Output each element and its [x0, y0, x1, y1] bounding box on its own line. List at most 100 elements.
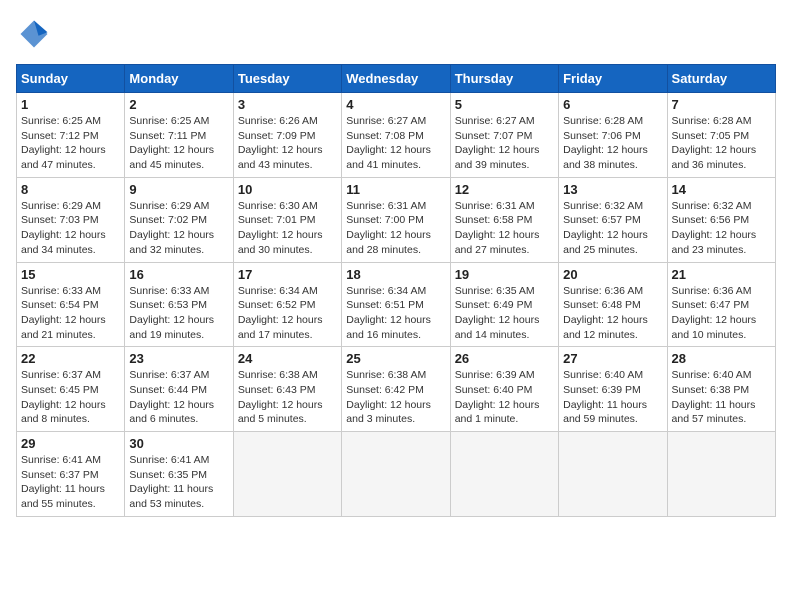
calendar-day-cell: 3 Sunrise: 6:26 AMSunset: 7:09 PMDaylight… [233, 93, 341, 178]
calendar-day-cell: 5 Sunrise: 6:27 AMSunset: 7:07 PMDaylight… [450, 93, 558, 178]
calendar-day-cell: 22Sunrise: 6:37 AMSunset: 6:45 PMDayligh… [17, 347, 125, 432]
calendar-day-cell: 8Sunrise: 6:29 AMSunset: 7:03 PMDaylight… [17, 177, 125, 262]
calendar-day-cell: 15Sunrise: 6:33 AMSunset: 6:54 PMDayligh… [17, 262, 125, 347]
calendar-day-cell: 2 Sunrise: 6:25 AMSunset: 7:11 PMDaylight… [125, 93, 233, 178]
day-number: 27 [563, 351, 662, 366]
day-info: Sunrise: 6:25 AMSunset: 7:11 PMDaylight:… [129, 114, 228, 173]
calendar-day-cell: 24Sunrise: 6:38 AMSunset: 6:43 PMDayligh… [233, 347, 341, 432]
day-number: 4 [346, 97, 445, 112]
calendar-day-cell: 25 Sunrise: 6:38 AMSunset: 6:42 PMDayligh… [342, 347, 450, 432]
logo [16, 16, 56, 52]
day-number: 23 [129, 351, 228, 366]
calendar-day-cell: 27 Sunrise: 6:40 AMSunset: 6:39 PMDayligh… [559, 347, 667, 432]
day-info: Sunrise: 6:32 AMSunset: 6:56 PMDaylight:… [672, 199, 771, 258]
day-info: Sunrise: 6:39 AMSunset: 6:40 PMDaylight:… [455, 368, 554, 427]
calendar-day-cell: 21Sunrise: 6:36 AMSunset: 6:47 PMDayligh… [667, 262, 775, 347]
day-info: Sunrise: 6:38 AMSunset: 6:42 PMDaylight:… [346, 368, 445, 427]
day-number: 16 [129, 267, 228, 282]
weekday-header: Saturday [667, 65, 775, 93]
day-number: 11 [346, 182, 445, 197]
calendar-day-cell [342, 432, 450, 517]
page-header [16, 16, 776, 52]
calendar-day-cell: 19Sunrise: 6:35 AMSunset: 6:49 PMDayligh… [450, 262, 558, 347]
day-info: Sunrise: 6:41 AMSunset: 6:37 PMDaylight:… [21, 453, 120, 512]
day-info: Sunrise: 6:29 AMSunset: 7:03 PMDaylight:… [21, 199, 120, 258]
calendar-day-cell: 29 Sunrise: 6:41 AMSunset: 6:37 PMDayligh… [17, 432, 125, 517]
day-number: 28 [672, 351, 771, 366]
day-info: Sunrise: 6:31 AMSunset: 6:58 PMDaylight:… [455, 199, 554, 258]
weekday-header: Monday [125, 65, 233, 93]
calendar-day-cell: 20 Sunrise: 6:36 AMSunset: 6:48 PMDayligh… [559, 262, 667, 347]
calendar-day-cell: 4 Sunrise: 6:27 AMSunset: 7:08 PMDaylight… [342, 93, 450, 178]
day-info: Sunrise: 6:31 AMSunset: 7:00 PMDaylight:… [346, 199, 445, 258]
day-number: 18 [346, 267, 445, 282]
calendar-day-cell: 18 Sunrise: 6:34 AMSunset: 6:51 PMDayligh… [342, 262, 450, 347]
calendar-day-cell: 23 Sunrise: 6:37 AMSunset: 6:44 PMDayligh… [125, 347, 233, 432]
day-info: Sunrise: 6:36 AMSunset: 6:48 PMDaylight:… [563, 284, 662, 343]
day-info: Sunrise: 6:29 AMSunset: 7:02 PMDaylight:… [129, 199, 228, 258]
day-info: Sunrise: 6:34 AMSunset: 6:52 PMDaylight:… [238, 284, 337, 343]
calendar-day-cell: 12Sunrise: 6:31 AMSunset: 6:58 PMDayligh… [450, 177, 558, 262]
calendar-day-cell: 7 Sunrise: 6:28 AMSunset: 7:05 PMDaylight… [667, 93, 775, 178]
day-info: Sunrise: 6:27 AMSunset: 7:07 PMDaylight:… [455, 114, 554, 173]
calendar-week-row: 29 Sunrise: 6:41 AMSunset: 6:37 PMDayligh… [17, 432, 776, 517]
day-info: Sunrise: 6:37 AMSunset: 6:44 PMDaylight:… [129, 368, 228, 427]
calendar-day-cell: 16 Sunrise: 6:33 AMSunset: 6:53 PMDayligh… [125, 262, 233, 347]
calendar-week-row: 15Sunrise: 6:33 AMSunset: 6:54 PMDayligh… [17, 262, 776, 347]
day-number: 29 [21, 436, 120, 451]
calendar-day-cell: 6 Sunrise: 6:28 AMSunset: 7:06 PMDaylight… [559, 93, 667, 178]
day-number: 30 [129, 436, 228, 451]
day-info: Sunrise: 6:25 AMSunset: 7:12 PMDaylight:… [21, 114, 120, 173]
calendar-day-cell [559, 432, 667, 517]
calendar-week-row: 1 Sunrise: 6:25 AMSunset: 7:12 PMDaylight… [17, 93, 776, 178]
calendar-day-cell: 13 Sunrise: 6:32 AMSunset: 6:57 PMDayligh… [559, 177, 667, 262]
day-info: Sunrise: 6:33 AMSunset: 6:53 PMDaylight:… [129, 284, 228, 343]
day-number: 14 [672, 182, 771, 197]
day-number: 24 [238, 351, 337, 366]
day-number: 25 [346, 351, 445, 366]
day-info: Sunrise: 6:26 AMSunset: 7:09 PMDaylight:… [238, 114, 337, 173]
day-info: Sunrise: 6:36 AMSunset: 6:47 PMDaylight:… [672, 284, 771, 343]
day-number: 3 [238, 97, 337, 112]
calendar-day-cell: 14 Sunrise: 6:32 AMSunset: 6:56 PMDayligh… [667, 177, 775, 262]
day-info: Sunrise: 6:27 AMSunset: 7:08 PMDaylight:… [346, 114, 445, 173]
day-number: 20 [563, 267, 662, 282]
calendar-day-cell [667, 432, 775, 517]
logo-icon [16, 16, 52, 52]
day-number: 22 [21, 351, 120, 366]
day-number: 1 [21, 97, 120, 112]
day-number: 9 [129, 182, 228, 197]
day-info: Sunrise: 6:28 AMSunset: 7:05 PMDaylight:… [672, 114, 771, 173]
day-number: 26 [455, 351, 554, 366]
day-info: Sunrise: 6:40 AMSunset: 6:39 PMDaylight:… [563, 368, 662, 427]
day-info: Sunrise: 6:32 AMSunset: 6:57 PMDaylight:… [563, 199, 662, 258]
day-number: 19 [455, 267, 554, 282]
day-number: 5 [455, 97, 554, 112]
weekday-header: Tuesday [233, 65, 341, 93]
calendar-table: SundayMondayTuesdayWednesdayThursdayFrid… [16, 64, 776, 517]
calendar-day-cell: 11 Sunrise: 6:31 AMSunset: 7:00 PMDayligh… [342, 177, 450, 262]
calendar-day-cell [233, 432, 341, 517]
day-number: 6 [563, 97, 662, 112]
weekday-header: Thursday [450, 65, 558, 93]
calendar-day-cell: 9 Sunrise: 6:29 AMSunset: 7:02 PMDaylight… [125, 177, 233, 262]
calendar-day-cell: 26 Sunrise: 6:39 AMSunset: 6:40 PMDayligh… [450, 347, 558, 432]
day-number: 7 [672, 97, 771, 112]
calendar-day-cell: 1 Sunrise: 6:25 AMSunset: 7:12 PMDaylight… [17, 93, 125, 178]
day-info: Sunrise: 6:40 AMSunset: 6:38 PMDaylight:… [672, 368, 771, 427]
weekday-header: Sunday [17, 65, 125, 93]
day-number: 17 [238, 267, 337, 282]
day-info: Sunrise: 6:28 AMSunset: 7:06 PMDaylight:… [563, 114, 662, 173]
day-info: Sunrise: 6:30 AMSunset: 7:01 PMDaylight:… [238, 199, 337, 258]
weekday-header-row: SundayMondayTuesdayWednesdayThursdayFrid… [17, 65, 776, 93]
calendar-day-cell: 30Sunrise: 6:41 AMSunset: 6:35 PMDayligh… [125, 432, 233, 517]
calendar-day-cell: 28 Sunrise: 6:40 AMSunset: 6:38 PMDayligh… [667, 347, 775, 432]
day-number: 13 [563, 182, 662, 197]
calendar-week-row: 22Sunrise: 6:37 AMSunset: 6:45 PMDayligh… [17, 347, 776, 432]
day-number: 10 [238, 182, 337, 197]
calendar-day-cell: 10 Sunrise: 6:30 AMSunset: 7:01 PMDayligh… [233, 177, 341, 262]
day-number: 15 [21, 267, 120, 282]
day-info: Sunrise: 6:34 AMSunset: 6:51 PMDaylight:… [346, 284, 445, 343]
calendar-day-cell [450, 432, 558, 517]
day-number: 2 [129, 97, 228, 112]
